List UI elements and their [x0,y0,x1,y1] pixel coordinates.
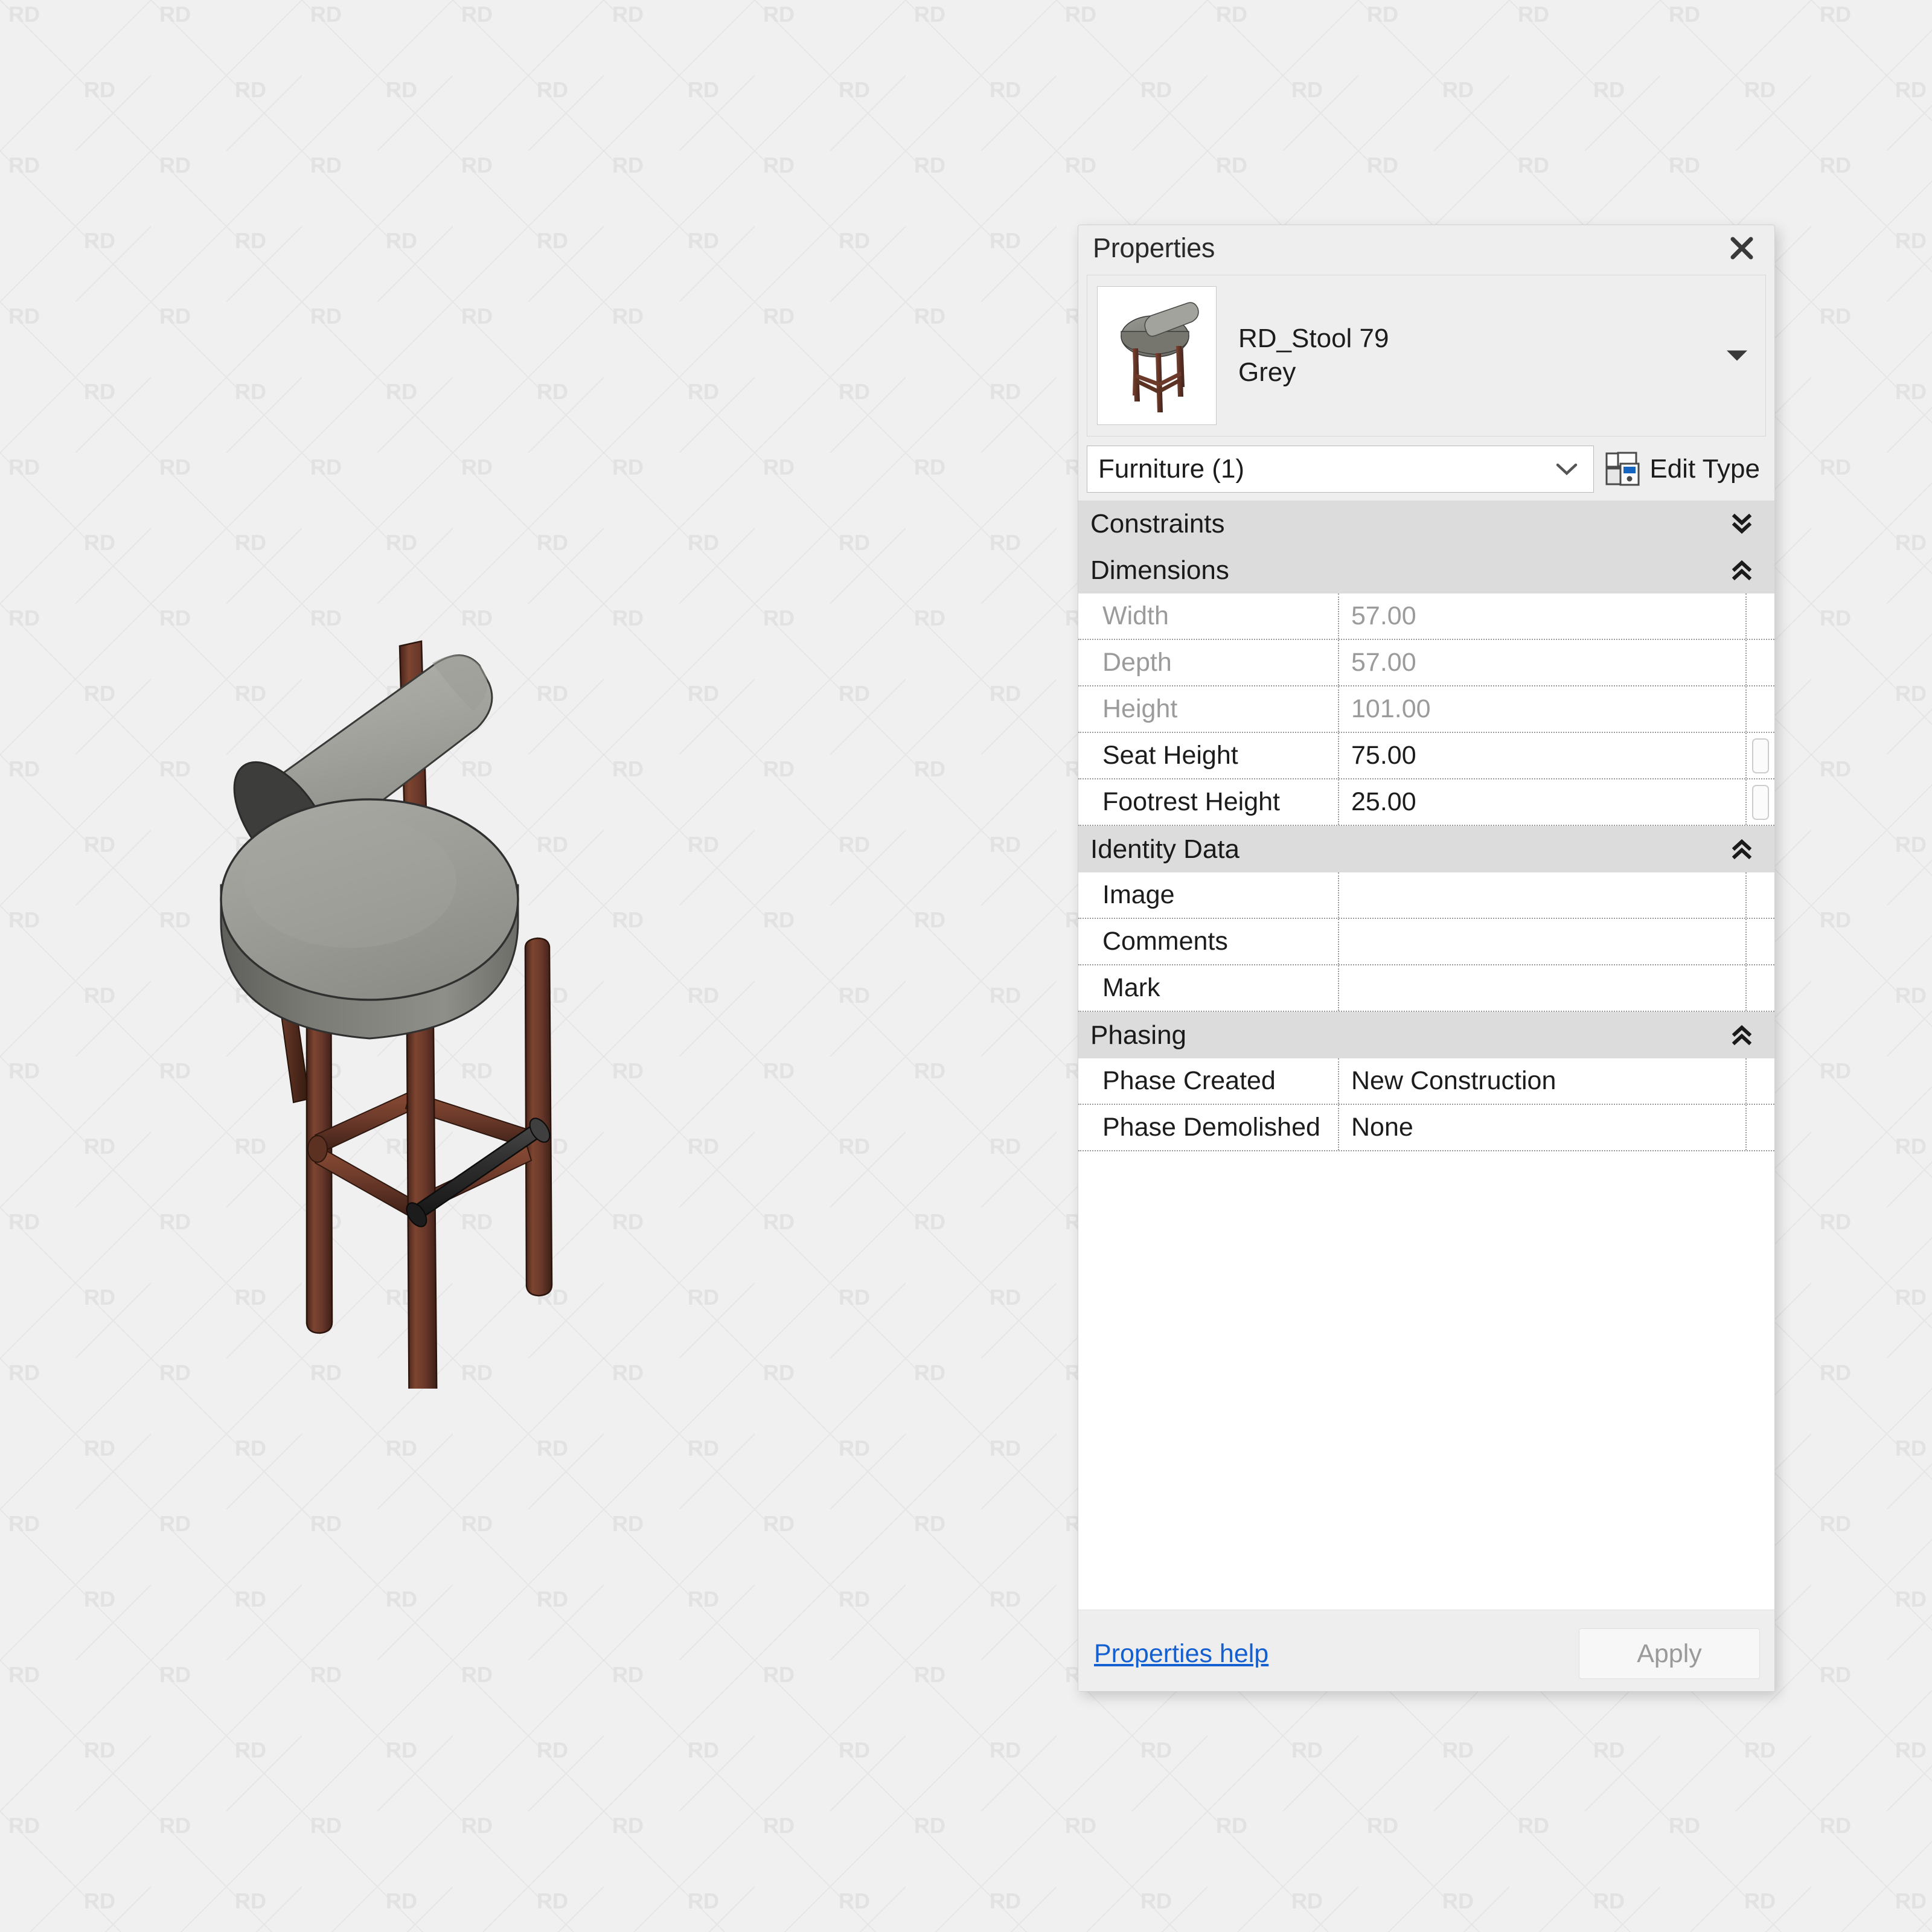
param-associate-button[interactable] [1752,738,1769,773]
param-value[interactable] [1339,872,1747,918]
chevron-down-icon [1556,463,1578,476]
param-row[interactable]: Image [1078,872,1774,919]
group-header-dimensions[interactable]: Dimensions [1078,547,1774,593]
seat-cushion [220,798,519,1040]
param-row-tail [1747,919,1774,964]
caret-down-icon[interactable] [1727,350,1747,361]
edit-type-label: Edit Type [1649,454,1760,484]
param-row[interactable]: Comments [1078,919,1774,965]
param-row[interactable]: Depth 57.00 [1078,640,1774,686]
param-value[interactable]: 25.00 [1339,779,1747,825]
type-name-label: Grey [1238,357,1296,387]
param-row-tail [1747,686,1774,732]
param-value[interactable] [1339,965,1747,1011]
param-row-tail [1747,733,1774,778]
param-row[interactable]: Mark [1078,965,1774,1012]
param-row-tail [1747,593,1774,639]
param-value: 57.00 [1339,640,1747,685]
type-labels: RD_Stool 79 Grey [1238,324,1389,388]
panel-footer: Properties help Apply [1078,1616,1774,1691]
param-name: Footrest Height [1078,779,1339,825]
group-header-label: Constraints [1090,508,1225,539]
group-header-phasing[interactable]: Phasing [1078,1012,1774,1058]
selector-row: Furniture (1) Edit Type [1087,445,1766,493]
apply-button[interactable]: Apply [1579,1628,1760,1679]
param-row-tail [1747,779,1774,825]
group-header-label: Identity Data [1090,834,1240,864]
param-row[interactable]: Seat Height 75.00 [1078,733,1774,779]
edit-type-button[interactable]: Edit Type [1605,452,1766,487]
group-header-label: Dimensions [1090,555,1229,585]
param-name: Depth [1078,640,1339,685]
stool-3d-render [220,640,553,1389]
param-row[interactable]: Footrest Height 25.00 [1078,779,1774,826]
param-value: 57.00 [1339,593,1747,639]
param-name: Height [1078,686,1339,732]
type-preview-box[interactable]: RD_Stool 79 Grey [1087,275,1766,437]
stool-leg-back-right [524,937,553,1297]
parameter-table: Constraints Dimensions Width 57.00 Depth 57.0… [1078,501,1774,1151]
type-family-label: RD_Stool 79 [1238,324,1389,353]
param-name: Width [1078,593,1339,639]
param-row-tail [1747,1105,1774,1150]
param-row-tail [1747,965,1774,1011]
group-header-identity-data[interactable]: Identity Data [1078,826,1774,872]
double-chevron-down-icon[interactable] [1730,511,1754,537]
param-associate-button[interactable] [1752,784,1769,820]
close-icon[interactable] [1724,230,1760,266]
param-row[interactable]: Phase Demolished None [1078,1105,1774,1151]
group-header-constraints[interactable]: Constraints [1078,501,1774,547]
param-name: Comments [1078,919,1339,964]
table-empty-area [1078,1151,1774,1610]
param-name: Image [1078,872,1339,918]
param-name: Phase Created [1078,1058,1339,1104]
param-row[interactable]: Height 101.00 [1078,686,1774,733]
properties-palette: Properties RD_Stool 79 Grey Furniture (1… [1078,225,1775,1692]
stool-thumbnail-glyph [1121,302,1199,412]
double-chevron-up-icon[interactable] [1730,558,1754,583]
param-value: 101.00 [1339,686,1747,732]
param-name: Phase Demolished [1078,1105,1339,1150]
param-name: Mark [1078,965,1339,1011]
param-value[interactable] [1339,919,1747,964]
app-viewport: Properties RD_Stool 79 Grey Furniture (1… [0,0,1932,1932]
close-glyph [1730,237,1753,260]
param-value[interactable]: New Construction [1339,1058,1747,1104]
stool-thumbnail [1097,286,1217,425]
param-row-tail [1747,640,1774,685]
param-value[interactable]: 75.00 [1339,733,1747,778]
param-row[interactable]: Width 57.00 [1078,593,1774,640]
double-chevron-up-icon[interactable] [1730,837,1754,862]
properties-help-link[interactable]: Properties help [1094,1639,1268,1669]
category-select-label: Furniture (1) [1098,454,1245,484]
param-row[interactable]: Phase Created New Construction [1078,1058,1774,1105]
panel-titlebar: Properties [1078,225,1774,271]
param-row-tail [1747,872,1774,918]
group-header-label: Phasing [1090,1020,1187,1050]
panel-title: Properties [1093,232,1215,263]
edit-type-icon [1605,452,1640,486]
param-row-tail [1747,1058,1774,1104]
param-value[interactable]: None [1339,1105,1747,1150]
category-select[interactable]: Furniture (1) [1087,446,1595,493]
double-chevron-up-icon[interactable] [1730,1023,1754,1048]
param-name: Seat Height [1078,733,1339,778]
